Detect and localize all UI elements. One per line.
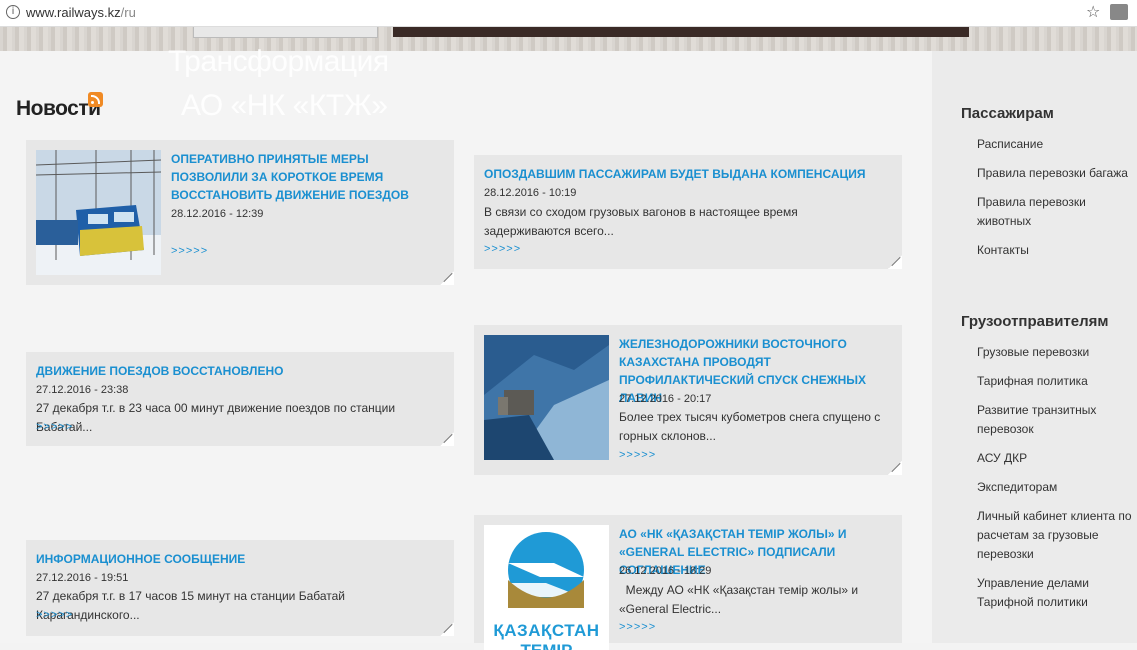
extension-icon[interactable]: [1110, 4, 1128, 20]
news-excerpt: 27 декабря т.г. в 23 часа 00 минут движе…: [36, 401, 396, 434]
read-more-link[interactable]: >>>>>: [36, 609, 73, 621]
news-date: 27.12.2016 - 19:51: [36, 572, 129, 584]
sidebar-heading-shippers: Грузоотправителям: [961, 313, 1109, 330]
rss-icon[interactable]: [88, 92, 103, 107]
sidebar-link-forwarders[interactable]: Экспедиторам: [977, 478, 1137, 497]
url-text[interactable]: www.railways.kz/ru: [26, 5, 136, 20]
sidebar-link-contacts[interactable]: Контакты: [977, 241, 1137, 260]
read-more-link[interactable]: >>>>>: [171, 245, 208, 257]
sidebar-link-animal-rules[interactable]: Правила перевозки животных: [977, 193, 1107, 231]
overlay-text-line1: Трансформация: [168, 45, 389, 78]
sidebar-heading-passengers: Пассажирам: [961, 105, 1054, 122]
sidebar-link-freight[interactable]: Грузовые перевозки: [977, 343, 1137, 362]
news-title[interactable]: Опоздавшим пассажирам будет выдана компе…: [484, 165, 884, 183]
sidebar-link-client-cabinet[interactable]: Личный кабинет клиента по расчетам за гр…: [977, 507, 1132, 564]
logo-text-2: ТЕМІР: [484, 641, 609, 650]
bookmark-star-icon[interactable]: ☆: [1086, 2, 1100, 21]
news-thumbnail-mountain[interactable]: [484, 335, 609, 460]
sidebar-link-tariff-policy[interactable]: Тарифная политика: [977, 372, 1137, 391]
logo-text: ҚАЗАҚСТАН: [493, 621, 600, 640]
sidebar-link-baggage-rules[interactable]: Правила перевозки багажа: [977, 164, 1137, 183]
news-card: Оперативно принятые меры позволили за ко…: [26, 140, 454, 285]
news-date: 28.12.2016 - 10:19: [484, 187, 577, 199]
sidebar-link-transit[interactable]: Развитие транзитных перевозок: [977, 401, 1107, 439]
page-curl-icon: [440, 622, 454, 636]
news-card: Информационное сообщение 27.12.2016 - 19…: [26, 540, 454, 636]
read-more-link[interactable]: >>>>>: [619, 621, 656, 633]
url-host: www.railways.kz: [26, 5, 121, 20]
news-card: Опоздавшим пассажирам будет выдана компе…: [474, 155, 902, 269]
news-card: Движение поездов восстановлено 27.12.201…: [26, 352, 454, 446]
read-more-link[interactable]: >>>>>: [619, 449, 656, 461]
news-thumbnail-logo[interactable]: ҚАЗАҚСТАН ТЕМІР: [484, 525, 609, 650]
header-widget: [193, 27, 378, 38]
read-more-link[interactable]: >>>>>: [484, 243, 521, 255]
news-excerpt: 27 декабря т.г. в 17 часов 15 минут на с…: [36, 589, 345, 622]
sidebar-link-tariff-affairs[interactable]: Управление делами Тарифной политики: [977, 574, 1102, 612]
news-excerpt: В связи со сходом грузовых вагонов в нас…: [484, 205, 798, 238]
address-bar[interactable]: i www.railways.kz/ru ☆: [0, 0, 1137, 27]
url-path: /ru: [120, 5, 136, 20]
news-title[interactable]: Информационное сообщение: [36, 550, 436, 568]
page-curl-icon: [888, 461, 902, 475]
page-curl-icon: [888, 255, 902, 269]
sidebar: Пассажирам Расписание Правила перевозки …: [932, 51, 1137, 643]
header-photo: [393, 27, 969, 37]
overlay-text-line2: АО «НК «КТЖ»: [181, 89, 388, 122]
news-date: 27.12.2016 - 23:38: [36, 384, 129, 396]
read-more-link[interactable]: >>>>>: [36, 421, 73, 433]
news-date: 27.12.2016 - 20:17: [619, 393, 712, 405]
news-date: 28.12.2016 - 12:39: [171, 208, 264, 220]
news-card: ҚАЗАҚСТАН ТЕМІР АО «НК «Қазақстан темір …: [474, 515, 902, 650]
news-title[interactable]: Оперативно принятые меры позволили за ко…: [171, 150, 431, 204]
left-decoration: [0, 560, 16, 620]
info-icon[interactable]: i: [6, 5, 20, 19]
news-date: 26.12.2016 - 18:29: [619, 565, 712, 577]
news-thumbnail-train[interactable]: [36, 150, 161, 275]
page-curl-icon: [440, 271, 454, 285]
news-excerpt: Между АО «НК «Қазақстан темір жолы» и «G…: [619, 583, 862, 616]
sidebar-link-schedule[interactable]: Расписание: [977, 135, 1137, 154]
page-curl-icon: [440, 432, 454, 446]
news-excerpt: Более трех тысяч кубометров снега спущен…: [619, 410, 881, 443]
news-title[interactable]: Движение поездов восстановлено: [36, 362, 436, 380]
news-card: Железнодорожники Восточного Казахстана п…: [474, 325, 902, 475]
sidebar-link-asu-dkr[interactable]: АСУ ДКР: [977, 449, 1137, 468]
